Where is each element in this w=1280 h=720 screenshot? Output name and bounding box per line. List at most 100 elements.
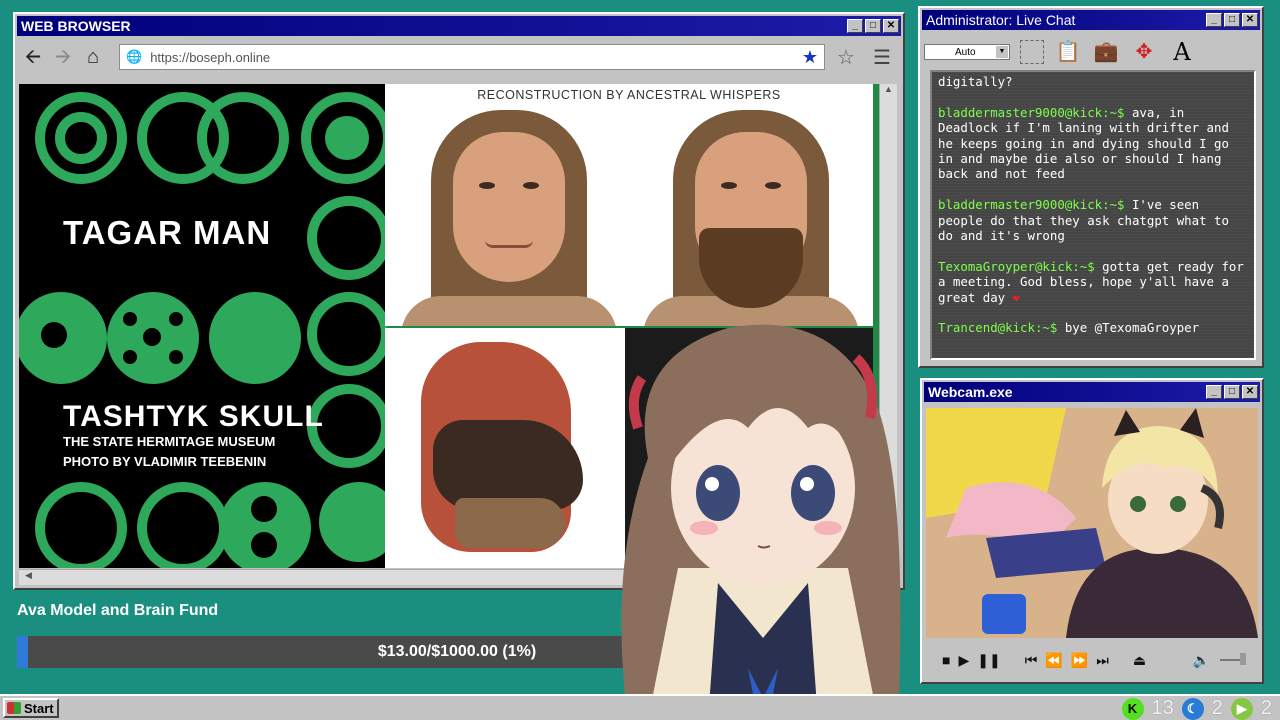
start-button[interactable]: Start bbox=[3, 698, 59, 718]
slide-left-panel: TAGAR MAN TASHTYK SKULL THE STATE HERMIT… bbox=[19, 84, 387, 568]
chat-message: digitally? bbox=[938, 74, 1248, 89]
decor-hole bbox=[251, 496, 277, 522]
webcam-titlebar[interactable]: Webcam.exe _ □ ✕ bbox=[924, 382, 1260, 402]
address-bar[interactable]: 🌐 https://boseph.online ★ bbox=[119, 44, 825, 70]
close-button[interactable]: ✕ bbox=[1242, 13, 1258, 27]
skip-forward-icon[interactable]: ⏭ bbox=[1096, 652, 1109, 669]
volume-icon[interactable]: 🔈 bbox=[1193, 652, 1210, 669]
scroll-up-icon[interactable]: ▲ bbox=[880, 84, 897, 100]
decor-ring bbox=[55, 112, 107, 164]
star-outline-icon[interactable]: ☆ bbox=[831, 45, 861, 70]
decor-ring bbox=[197, 92, 289, 184]
close-button[interactable]: ✕ bbox=[1242, 385, 1258, 399]
fund-title: Ava Model and Brain Fund bbox=[17, 602, 219, 619]
minimize-button[interactable]: _ bbox=[1206, 385, 1222, 399]
scroll-left-icon[interactable]: ◀ bbox=[25, 570, 32, 580]
reconstruction-face-shaven bbox=[391, 110, 627, 326]
maximize-button[interactable]: □ bbox=[865, 19, 881, 33]
reconstruction-caption: RECONSTRUCTION BY ANCESTRAL WHISPERS bbox=[477, 88, 781, 102]
rumble-viewer-count: 2 bbox=[1260, 697, 1272, 719]
font-size-value: Auto bbox=[955, 46, 976, 58]
decor-hole bbox=[123, 312, 137, 326]
navigation-bar: 🡨 🡪 ⌂ 🌐 https://boseph.online ★ ☆ ☰ bbox=[15, 38, 903, 76]
decor-hole bbox=[251, 532, 277, 558]
play-icon[interactable]: ▶ bbox=[958, 652, 969, 669]
minimize-button[interactable]: _ bbox=[847, 19, 863, 33]
chat-title: Administrator: Live Chat bbox=[926, 12, 1076, 28]
webcam-window: Webcam.exe _ □ ✕ ■ ▶ ❚❚ ⏮ ⏪ ⏩ ⏭ ⏏ 🔈 bbox=[920, 378, 1264, 684]
stop-icon[interactable]: ■ bbox=[942, 652, 950, 668]
chat-toolbar: Auto ▼ 📋 💼 ✥ A bbox=[920, 32, 1262, 72]
slide-title-tagar: TAGAR MAN bbox=[63, 214, 272, 251]
browser-title: WEB BROWSER bbox=[21, 18, 131, 34]
pause-icon[interactable]: ❚❚ bbox=[977, 652, 1000, 669]
maximize-button[interactable]: □ bbox=[1224, 385, 1240, 399]
move-icon[interactable]: ✥ bbox=[1130, 38, 1158, 66]
rumble-icon[interactable]: ▶ bbox=[1230, 697, 1253, 720]
paste-icon[interactable]: 💼 bbox=[1092, 38, 1120, 66]
kick-icon[interactable]: K bbox=[1121, 697, 1144, 720]
reconstruction-face-bearded bbox=[633, 110, 869, 326]
chat-titlebar[interactable]: Administrator: Live Chat _ □ ✕ bbox=[922, 10, 1260, 30]
decor-hole bbox=[169, 312, 183, 326]
media-controls: ■ ▶ ❚❚ ⏮ ⏪ ⏩ ⏭ ⏏ 🔈 bbox=[926, 642, 1258, 678]
close-button[interactable]: ✕ bbox=[883, 19, 899, 33]
maximize-button[interactable]: □ bbox=[1224, 13, 1240, 27]
rewind-icon[interactable]: ⏪ bbox=[1045, 652, 1062, 669]
font-icon[interactable]: A bbox=[1168, 38, 1196, 66]
chat-username: Trancend@kick:~$ bbox=[938, 320, 1058, 336]
chat-message: bladdermaster9000@kick:~$ I've seen peop… bbox=[938, 197, 1248, 243]
decor-disc bbox=[319, 482, 387, 562]
star-filled-icon[interactable]: ★ bbox=[802, 47, 818, 68]
hamburger-menu-icon[interactable]: ☰ bbox=[867, 45, 897, 70]
chat-message: TexomaGroyper@kick:~$ gotta get ready fo… bbox=[938, 259, 1248, 305]
decor-ring bbox=[35, 482, 127, 568]
kick-viewer-count: 13 bbox=[1151, 697, 1174, 719]
chat-message-text: digitally? bbox=[938, 74, 1013, 89]
decor-hole bbox=[143, 328, 161, 346]
eject-icon[interactable]: ⏏ bbox=[1133, 652, 1146, 669]
chevron-down-icon[interactable]: ▼ bbox=[996, 46, 1008, 58]
chat-username: TexomaGroyper@kick:~$ bbox=[938, 258, 1095, 274]
moon-icon[interactable]: ☾ bbox=[1181, 697, 1204, 720]
decor-disc bbox=[209, 292, 301, 384]
taskbar: Start K 13 ☾ 2 ▶ 2 bbox=[0, 694, 1280, 720]
slide-title-tashtyk: TASHTYK SKULL bbox=[63, 400, 324, 433]
decor-hole bbox=[169, 350, 183, 364]
heart-icon: ❤ bbox=[1012, 289, 1021, 305]
url-text[interactable]: https://boseph.online bbox=[150, 50, 794, 65]
globe-icon: 🌐 bbox=[126, 49, 143, 64]
chat-message: Trancend@kick:~$ bye @TexomaGroyper bbox=[938, 320, 1248, 335]
skull-photo bbox=[385, 328, 625, 568]
font-size-select[interactable]: Auto ▼ bbox=[924, 44, 1010, 60]
selection-tool-icon[interactable] bbox=[1020, 40, 1044, 64]
decor-disc bbox=[325, 116, 369, 160]
decor-ring bbox=[137, 482, 229, 568]
chat-message: bladdermaster9000@kick:~$ ava, in Deadlo… bbox=[938, 105, 1248, 182]
fast-forward-icon[interactable]: ⏩ bbox=[1071, 652, 1088, 669]
copy-icon[interactable]: 📋 bbox=[1054, 38, 1082, 66]
webcam-title: Webcam.exe bbox=[928, 384, 1013, 400]
browser-titlebar[interactable]: WEB BROWSER _ □ ✕ bbox=[17, 16, 901, 36]
chat-log[interactable]: digitally? bladdermaster9000@kick:~$ ava… bbox=[930, 70, 1256, 360]
live-chat-window: Administrator: Live Chat _ □ ✕ Auto ▼ 📋 … bbox=[918, 6, 1264, 368]
minimize-button[interactable]: _ bbox=[1206, 13, 1222, 27]
chat-message-text: bye @TexomaGroyper bbox=[1057, 320, 1200, 336]
chat-username: bladdermaster9000@kick:~$ bbox=[938, 197, 1125, 213]
system-tray: K 13 ☾ 2 ▶ 2 bbox=[1121, 697, 1272, 720]
vtuber-avatar bbox=[621, 324, 901, 720]
start-label: Start bbox=[24, 700, 54, 716]
back-arrow-icon[interactable]: 🡨 bbox=[21, 45, 45, 69]
volume-slider[interactable] bbox=[1220, 653, 1246, 665]
windows-logo-icon bbox=[7, 702, 21, 714]
skip-back-icon[interactable]: ⏮ bbox=[1025, 652, 1038, 669]
home-icon[interactable]: ⌂ bbox=[81, 45, 105, 69]
decor-wheel bbox=[307, 292, 387, 376]
slide-credit-photo: PHOTO BY VLADIMIR TEEBENIN bbox=[63, 454, 267, 469]
slide-credit-museum: THE STATE HERMITAGE MUSEUM bbox=[63, 434, 276, 449]
moon-viewer-count: 2 bbox=[1211, 697, 1223, 719]
webcam-feed bbox=[926, 408, 1258, 638]
forward-arrow-icon[interactable]: 🡪 bbox=[51, 45, 75, 69]
decor-wheel bbox=[307, 196, 387, 280]
decor-hole bbox=[41, 322, 67, 348]
